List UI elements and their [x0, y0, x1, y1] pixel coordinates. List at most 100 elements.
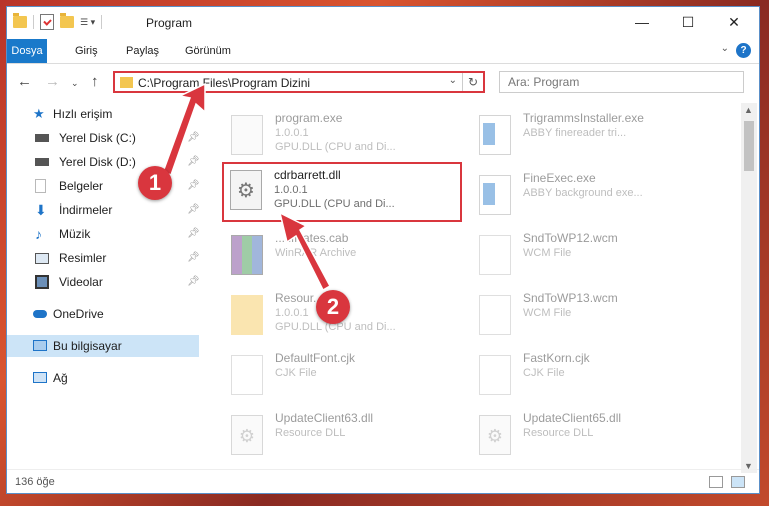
pin-icon[interactable]: 📌︎: [187, 199, 200, 221]
help-icon[interactable]: ?: [736, 43, 751, 58]
sidebar-item-label: Hızlı erişim: [53, 107, 113, 121]
step-2-badge: 2: [316, 290, 350, 324]
details-view-icon[interactable]: [709, 476, 723, 488]
file-version: 1.0.0.1: [274, 184, 308, 196]
refresh-icon[interactable]: ↻: [462, 73, 483, 91]
downloads-icon: ⬇: [35, 202, 47, 218]
tab-view[interactable]: Görünüm: [177, 39, 239, 63]
document-icon: [479, 235, 511, 275]
sidebar-item-disk-d[interactable]: Yerel Disk (D:) 📌︎: [7, 151, 200, 173]
sidebar-item-label: OneDrive: [53, 307, 104, 321]
sidebar-item-label: Yerel Disk (C:): [59, 131, 136, 145]
file-name: ...tificates.cab: [275, 231, 349, 245]
sidebar-item-label: Ağ: [53, 371, 68, 385]
sidebar-item-pictures[interactable]: Resimler 📌︎: [7, 247, 200, 269]
back-arrow-icon[interactable]: ←: [17, 73, 32, 90]
address-path[interactable]: C:\Program Files\Program Dizini: [138, 75, 310, 91]
scroll-thumb[interactable]: [744, 121, 754, 171]
sidebar-item-label: Müzik: [59, 227, 91, 241]
music-icon: ♪: [35, 226, 42, 242]
chevron-down-icon[interactable]: ⌄: [449, 75, 457, 86]
scroll-up-icon[interactable]: ▲: [744, 105, 753, 115]
tiles-view-icon[interactable]: [731, 476, 745, 488]
folder-icon[interactable]: [13, 13, 27, 28]
pin-icon[interactable]: 📌︎: [187, 223, 200, 245]
dll-gear-icon: ⚙: [231, 415, 263, 455]
file-name: cdrbarrett.dll: [274, 168, 341, 182]
file-tile[interactable]: FineExec.exe ABBY background exe...: [455, 169, 695, 225]
file-type: Resource DLL: [275, 427, 346, 439]
app-window-icon: [479, 175, 511, 215]
sidebar-item-quick-access[interactable]: ★ Hızlı erişim: [7, 103, 199, 125]
recent-locations-icon[interactable]: ⌄: [71, 78, 79, 89]
file-version: 1.0.0.1: [275, 127, 309, 139]
file-tile[interactable]: SndToWP13.wcm WCM File: [455, 289, 695, 345]
dll-gear-icon: ⚙: [230, 170, 262, 210]
item-count: 136 öğe: [15, 476, 55, 488]
file-type: Resource DLL: [523, 427, 594, 439]
file-type: WCM File: [523, 307, 572, 319]
sidebar-item-onedrive[interactable]: OneDrive: [7, 303, 199, 325]
pictures-icon: [35, 253, 49, 264]
customize-toolbar-icon[interactable]: ☰ ▾: [80, 17, 95, 28]
tab-home[interactable]: Giriş: [67, 39, 106, 63]
ribbon: Dosya Giriş Paylaş Görünüm ⌄ ?: [7, 39, 759, 64]
file-tile[interactable]: ⚙ UpdateClient65.dll Resource DLL: [455, 409, 695, 463]
forward-arrow-icon[interactable]: →: [45, 73, 60, 90]
new-folder-icon[interactable]: [60, 13, 74, 28]
file-type: WCM File: [523, 247, 572, 259]
status-bar: 136 öğe: [7, 469, 759, 494]
maximize-button[interactable]: ☐: [665, 7, 711, 37]
network-icon: [33, 372, 47, 383]
pin-icon[interactable]: 📌︎: [187, 247, 200, 269]
file-tile[interactable]: FastKorn.cjk CJK File: [455, 349, 695, 405]
file-tile[interactable]: program.exe 1.0.0.1 GPU.DLL (CPU and Di.…: [207, 109, 447, 165]
document-icon: [479, 295, 511, 335]
sidebar-item-downloads[interactable]: ⬇ İndirmeler 📌︎: [7, 199, 200, 221]
sidebar-item-label: Videolar: [59, 275, 103, 289]
step-1-badge: 1: [138, 166, 172, 200]
close-button[interactable]: ✕: [711, 7, 757, 37]
app-window-icon: [479, 115, 511, 155]
chevron-down-icon[interactable]: ⌄: [721, 43, 729, 54]
selected-file-highlight: ⚙ cdrbarrett.dll 1.0.0.1 GPU.DLL (CPU an…: [222, 162, 462, 222]
properties-icon[interactable]: [40, 14, 54, 30]
sidebar-item-videos[interactable]: Videolar 📌︎: [7, 271, 200, 293]
sidebar-item-this-pc[interactable]: Bu bilgisayar: [7, 335, 199, 357]
tab-share[interactable]: Paylaş: [118, 39, 167, 63]
file-tile[interactable]: DefaultFont.cjk CJK File: [207, 349, 447, 405]
file-tile[interactable]: ⚙ UpdateClient63.dll Resource DLL: [207, 409, 447, 463]
drive-icon: [35, 158, 49, 166]
sidebar-item-label: Belgeler: [59, 179, 104, 193]
sidebar-item-disk-c[interactable]: Yerel Disk (C:) 📌︎: [7, 127, 200, 149]
file-tile[interactable]: SndToWP12.wcm WCM File: [455, 229, 695, 285]
address-bar[interactable]: C:\Program Files\Program Dizini ⌄ ↻: [113, 71, 485, 93]
sidebar-item-label: İndirmeler: [59, 203, 113, 217]
pin-icon[interactable]: 📌︎: [187, 151, 200, 173]
pin-icon[interactable]: 📌︎: [187, 127, 200, 149]
navigation-bar: ← → ⌄ ↑ C:\Program Files\Program Dizini …: [7, 65, 759, 99]
file-tile[interactable]: ...tificates.cab WinRAR Archive: [207, 229, 447, 285]
file-description: ABBY background exe...: [523, 187, 643, 199]
sidebar-item-network[interactable]: Ağ: [7, 367, 199, 389]
computer-icon: [33, 340, 47, 351]
title-bar: ☰ ▾ Program — ☐ ✕: [7, 7, 759, 39]
vertical-scrollbar[interactable]: ▲ ▼: [741, 103, 757, 473]
minimize-button[interactable]: —: [619, 7, 665, 37]
pin-icon[interactable]: 📌︎: [187, 271, 200, 293]
pin-icon[interactable]: 📌︎: [187, 175, 200, 197]
file-description: ABBY finereader tri...: [523, 127, 627, 139]
search-input[interactable]: Ara: Program: [499, 71, 744, 93]
up-arrow-icon[interactable]: ↑: [91, 73, 99, 90]
tab-file[interactable]: Dosya: [7, 39, 47, 63]
file-description: GPU.DLL (CPU and Di...: [274, 198, 395, 210]
file-tile[interactable]: TrigrammsInstaller.exe ABBY finereader t…: [455, 109, 695, 165]
cloud-icon: [33, 310, 47, 318]
document-icon: [231, 355, 263, 395]
divider: [33, 15, 34, 29]
explorer-window: ☰ ▾ Program — ☐ ✕ Dosya Giriş Paylaş Gör…: [6, 6, 760, 494]
file-version: 1.0.0.1: [275, 307, 309, 319]
archive-icon: [231, 235, 263, 275]
file-name: program.exe: [275, 111, 343, 125]
sidebar-item-music[interactable]: ♪ Müzik 📌︎: [7, 223, 200, 245]
